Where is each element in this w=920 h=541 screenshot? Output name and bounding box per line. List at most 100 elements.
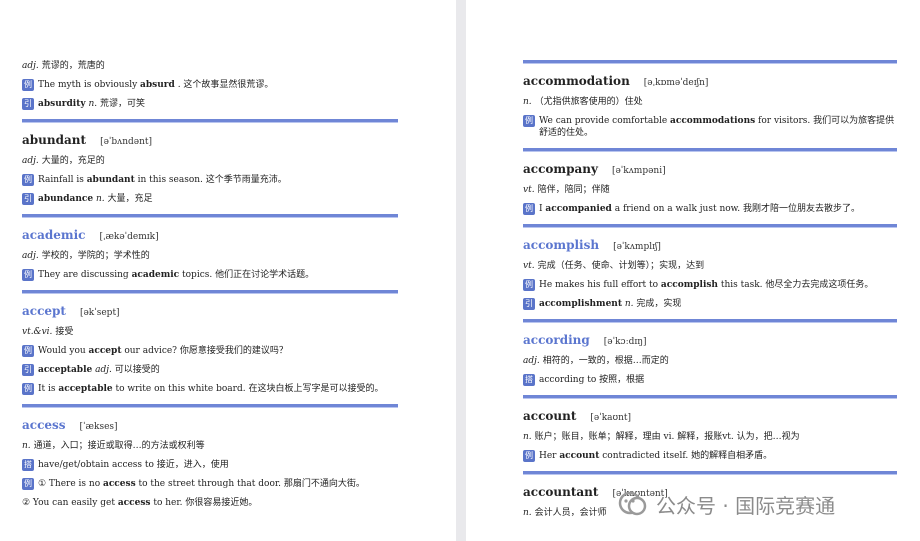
example-tag: 例 [523,115,535,127]
text-run: . 这个故事显然很荒谬。 [174,80,274,90]
example-tag: 例 [523,279,535,291]
meaning-text: 陪伴，陪同；伴随 [537,185,610,195]
meaning-text: 大量的，充足的 [41,156,105,166]
headword: according [523,333,590,347]
entry-header: accept [əkˈsept] [22,304,398,318]
entry-divider [22,404,398,408]
keyword-text: access [117,498,151,508]
part-of-speech: adj. [22,61,39,71]
text-run: 荒谬，可笑 [97,99,145,109]
text-run: to the street through that door. 那扇门不通向大… [135,479,365,489]
keyword-text: acceptable [58,384,113,394]
keyword-text: acceptable [38,365,93,375]
example-line: 例 It is acceptable to write on this white… [22,383,398,395]
example-line: 例 The myth is obviously absurd . 这个故事显然很荒… [22,79,398,91]
text-run: to write on this white board. 在这块白板上写字是可… [112,384,384,394]
collocation-tag: 搭 [523,374,535,386]
entry-divider [22,290,398,294]
part-of-speech: n. [523,97,532,107]
keyword-text: absurdity [38,99,86,109]
headword: abundant [22,133,87,147]
line-text: He makes his full effort to accomplish t… [539,279,873,291]
text-run: our advice? 你愿意接受我们的建议吗？ [121,346,288,356]
derivative-tag: 引 [22,98,34,110]
part-of-speech: adj. [523,356,540,366]
text-run: a friend on a walk just now. 我刚才陪一位朋友去散步… [611,204,861,214]
phonetic: [əˈkʌmplɪʃ] [613,242,661,252]
line-text: abundance n. 大量，充足 [38,193,153,205]
example-line: 引 accomplishment n. 完成，实现 [523,298,897,310]
text-run: n. [624,299,634,309]
right-page: accommodation [əˌkɒməˈdeɪʃn] n. （尤指供旅客使用的）住… [466,0,920,541]
line-text: accomplishment n. 完成，实现 [539,298,681,310]
entry-header: according [əˈkɔːdɪŋ] [523,333,897,347]
headword: accountant [523,485,599,499]
text-run: Her [539,451,560,461]
keyword-text: abundant [86,175,135,185]
left-page-content: adj. 荒谬的，荒唐的 例 The myth is obviously absu… [22,0,398,509]
text-run: n. [95,194,105,204]
meaning-text: 相符的，一致的，根据…而定的 [542,356,669,366]
line-text: The myth is obviously absurd . 这个故事显然很荒谬… [38,79,273,91]
keyword-text: abundance [38,194,94,204]
meaning-line: n. 通道，入口；接近或取得…的方法或权利等 [22,440,398,452]
derivative-tag: 引 [22,193,34,205]
part-of-speech: adj. [22,156,39,166]
entry-header: accommodation [əˌkɒməˈdeɪʃn] [523,74,897,88]
example-line: 例 They are discussing academic topics. 他们… [22,269,398,281]
phonetic: [əkˈsept] [79,308,120,318]
example-tag: 例 [22,174,34,186]
line-text: acceptable adj. 可以接受的 [38,364,160,376]
entry-header: access [ˈækses] [22,418,398,432]
keyword-text: academic [131,270,180,280]
watermark: 公众号 · 国际竞赛通 [618,489,898,519]
entry-header: accompany [əˈkʌmpəni] [523,162,897,176]
keyword-text: absurd [140,80,175,90]
example-line: 例 Would you accept our advice? 你愿意接受我们的建议… [22,345,398,357]
keyword-text: accommodations [670,116,756,126]
left-page: adj. 荒谬的，荒唐的 例 The myth is obviously absu… [0,0,456,541]
example-tag: 例 [523,450,535,462]
example-line: 搭 according to 按照，根据 [523,374,897,386]
entry-header: account [əˈkaʊnt] [523,409,897,423]
keyword-text: access [102,479,136,489]
text-run: according to 按照，根据 [539,375,645,385]
example-tag: 例 [22,79,34,91]
part-of-speech: vt. [523,185,535,195]
text-run: It is [38,384,59,394]
part-of-speech: n. [523,508,532,518]
line-text: It is acceptable to write on this white … [38,383,383,395]
text-run: 可以接受的 [111,365,160,375]
text-run: contradicted itself. 她的解释自相矛盾。 [599,451,773,461]
headword: accomplish [523,238,600,252]
text-run: Rainfall is [38,175,87,185]
entry-divider [523,395,897,399]
line-text: absurdity n. 荒谬，可笑 [38,98,145,110]
meaning-line: adj. 学校的，学院的；学术性的 [22,250,398,262]
meaning-text: 完成（任务、使命、计划等）；实现，达到 [537,261,705,271]
example-tag: 例 [22,269,34,281]
line-text: Rainfall is abundant in this season. 这个季… [38,174,287,186]
line-text: We can provide comfortable accommodation… [539,115,897,139]
part-of-speech: vt.&vi. [22,327,53,337]
entry-header: accomplish [əˈkʌmplɪʃ] [523,238,897,252]
example-tag: 例 [22,345,34,357]
example-line: 例 Her account contradicted itself. 她的解释自相… [523,450,897,462]
derivative-tag: 引 [22,364,34,376]
part-of-speech: n. [523,432,532,442]
meaning-text: 会计人员，会计师 [534,508,607,518]
keyword-text: accept [88,346,122,356]
example-line: 引 absurdity n. 荒谬，可笑 [22,98,398,110]
text-run: They are discussing [38,270,132,280]
text-run: ② You can easily get [22,498,118,508]
entry-divider [523,319,897,323]
line-text: They are discussing academic topics. 他们正… [38,269,314,281]
keyword-text: accomplishment [539,299,623,309]
text-run: He makes his full effort to [539,280,661,290]
text-run: topics. 他们正在讨论学术话题。 [179,270,315,280]
entry-divider [523,148,897,152]
text-run: have/get/obtain access to 接近，进入，使用 [38,460,229,470]
example-line: 引 acceptable adj. 可以接受的 [22,364,398,376]
entry-header: academic [ˌækəˈdemɪk] [22,228,398,242]
meaning-line: n. 账户；账目，账单；解释，理由 vi. 解释，报账vt. 认为，把…视为 [523,431,897,443]
